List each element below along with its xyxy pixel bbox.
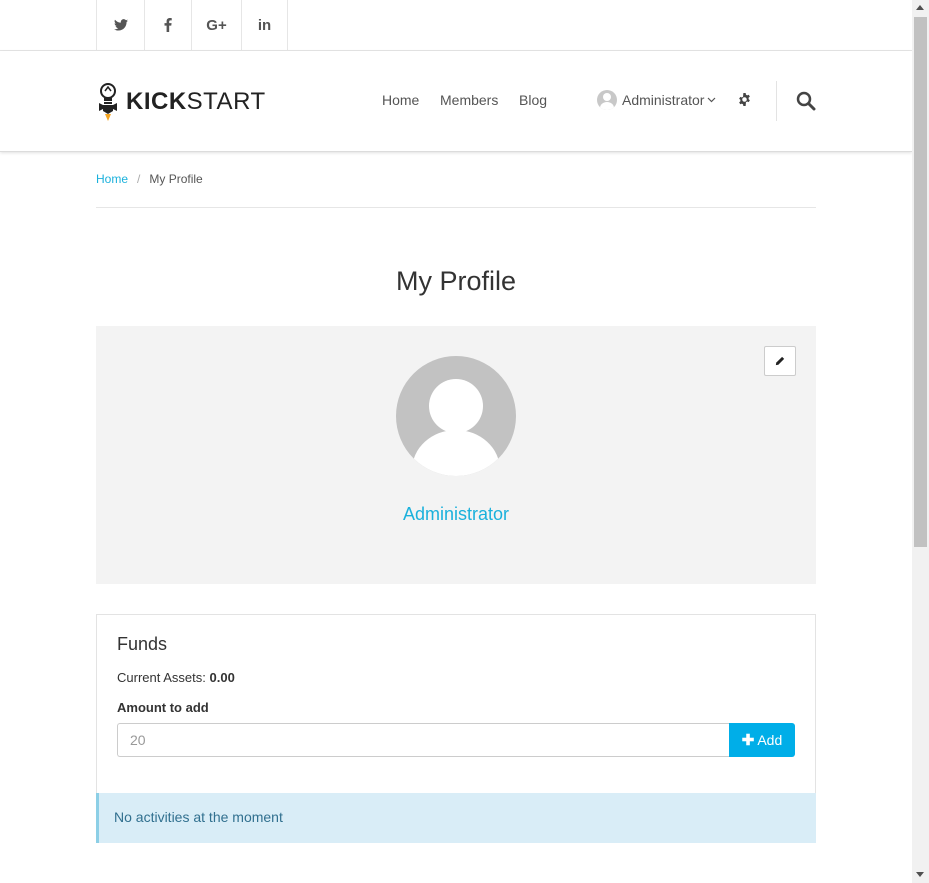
- breadcrumb-divider: [96, 207, 816, 208]
- twitter-icon: [113, 19, 128, 31]
- rocket-bulb-icon: [99, 83, 117, 121]
- add-funds-button[interactable]: ✚ Add: [729, 723, 795, 757]
- amount-input[interactable]: [117, 723, 730, 757]
- logo[interactable]: KICKSTART: [96, 82, 266, 122]
- nav-blog-label: Blog: [519, 92, 548, 108]
- add-button-label: Add: [757, 732, 783, 748]
- scroll-down-arrow-icon[interactable]: [916, 872, 924, 877]
- page-title: My Profile: [395, 266, 517, 296]
- profile-panel: Administrator: [96, 326, 816, 584]
- facebook-icon: [164, 18, 172, 32]
- gear-icon: [739, 93, 750, 106]
- chevron-down-icon: [708, 97, 716, 103]
- settings-button[interactable]: [738, 93, 751, 111]
- user-menu-dropdown[interactable]: Administrator: [597, 90, 716, 110]
- scroll-up-arrow-icon[interactable]: [916, 5, 924, 10]
- search-button[interactable]: [796, 91, 816, 116]
- google-plus-icon: G+: [206, 16, 227, 34]
- user-menu-name: Administrator: [622, 92, 705, 108]
- plus-icon: ✚: [741, 732, 755, 749]
- funds-panel: Funds Current Assets: 0.00 Amount to add…: [96, 614, 816, 794]
- breadcrumb-current: My Profile: [149, 172, 203, 186]
- scrollbar-thumb[interactable]: [914, 17, 927, 547]
- logo-text: KICKSTART: [126, 90, 266, 114]
- breadcrumb-home[interactable]: Home: [96, 172, 128, 186]
- google-plus-link[interactable]: G+: [191, 0, 241, 50]
- linkedin-link[interactable]: in: [241, 0, 288, 50]
- social-bar: G+ in: [0, 0, 912, 51]
- nav-members-label: Members: [440, 92, 499, 108]
- nav-home-label: Home: [382, 92, 420, 108]
- site-header: KICKSTART Home Members Blog Administrato…: [0, 51, 912, 152]
- nav-home[interactable]: Home: [382, 92, 419, 108]
- profile-avatar: [396, 356, 516, 476]
- breadcrumb: Home / My Profile: [96, 172, 203, 186]
- twitter-link[interactable]: [96, 0, 144, 50]
- profile-name-link[interactable]: Administrator: [96, 504, 816, 525]
- current-assets-label: Current Assets:: [117, 670, 206, 685]
- amount-label: Amount to add: [117, 700, 209, 715]
- search-icon: [796, 91, 816, 111]
- breadcrumb-separator: /: [137, 172, 141, 186]
- avatar-body: [412, 430, 500, 476]
- pencil-icon: [775, 356, 785, 366]
- user-avatar-icon: [597, 90, 617, 110]
- edit-profile-button[interactable]: [764, 346, 796, 376]
- social-links: G+ in: [96, 0, 288, 50]
- logo-text-bold: KICK: [126, 88, 187, 115]
- page: G+ in KICKSTART Home Members Blog Admini…: [0, 0, 912, 883]
- activities-alert: No activities at the moment: [96, 793, 816, 843]
- nav-blog[interactable]: Blog: [519, 92, 547, 108]
- facebook-link[interactable]: [144, 0, 191, 50]
- funds-title: Funds: [117, 634, 168, 654]
- avatar-head: [429, 379, 483, 433]
- current-assets: Current Assets: 0.00: [117, 670, 235, 685]
- logo-text-light: START: [186, 88, 266, 115]
- nav-members[interactable]: Members: [440, 92, 498, 108]
- header-divider: [776, 81, 777, 121]
- linkedin-icon: in: [257, 16, 272, 34]
- current-assets-value: 0.00: [209, 670, 235, 685]
